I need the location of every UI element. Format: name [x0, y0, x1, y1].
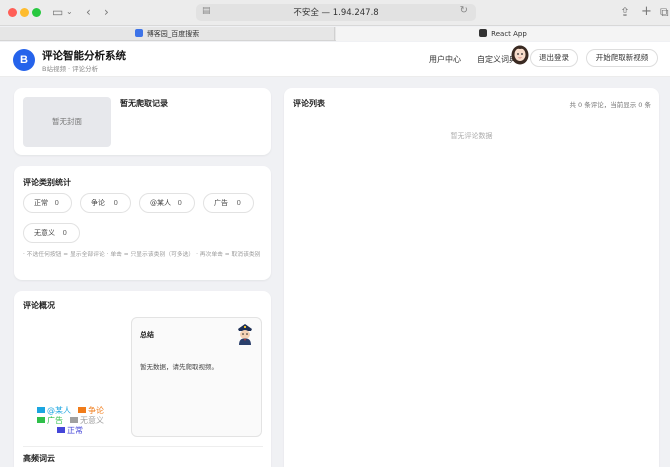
- word-cloud-title: 高频词云: [23, 454, 55, 463]
- legend-item-meaningless[interactable]: 无意义: [70, 416, 104, 426]
- baidu-favicon-icon: [134, 29, 143, 37]
- reload-icon[interactable]: ↻: [460, 5, 468, 16]
- summary-text: 暂无数据，请先爬取视频。: [140, 363, 218, 371]
- summary-title: 总结: [140, 331, 154, 339]
- legend-swatch: [78, 407, 86, 413]
- section-divider: [23, 446, 263, 447]
- maximize-window-button[interactable]: [32, 8, 41, 17]
- video-cover-placeholder: 暂无封面: [23, 97, 111, 147]
- overview-title: 评论概况: [23, 301, 55, 310]
- nav-user-center[interactable]: 用户中心: [429, 54, 461, 65]
- address-text: 不安全 — 1.94.247.8: [293, 8, 379, 18]
- legend-swatch: [37, 417, 45, 423]
- comment-list-card: [284, 88, 659, 467]
- close-window-button[interactable]: [8, 8, 17, 17]
- user-avatar[interactable]: [511, 43, 529, 65]
- filter-chip-mention[interactable]: @某人 0: [139, 193, 195, 213]
- tab-label: 博客园_百度搜索: [146, 30, 200, 38]
- comment-count-text: 共 0 条评论，当前显示 0 条: [569, 101, 651, 109]
- app-subtitle: B站视频 · 评论分析: [42, 65, 99, 73]
- legend-item-normal[interactable]: 正常: [57, 426, 83, 436]
- legend-item-ad[interactable]: 广告: [37, 416, 63, 426]
- back-icon[interactable]: ‹: [86, 4, 91, 20]
- chip-label: 争论: [91, 199, 105, 207]
- video-title: 暂无爬取记录: [120, 99, 168, 108]
- comment-empty-text: 暂无评论数据: [450, 132, 493, 140]
- forward-icon[interactable]: ›: [104, 4, 109, 20]
- chip-count: 0: [177, 199, 182, 207]
- legend-label: 广告: [47, 416, 63, 425]
- legend-item-argument[interactable]: 争论: [78, 406, 104, 416]
- browser-toolbar: ▭ ⌄ ‹ › ▤ 不安全 — 1.94.247.8 ↻ ⇪ + ⧉: [0, 0, 670, 26]
- legend-label: 争论: [88, 406, 104, 415]
- logout-button[interactable]: 退出登录: [530, 49, 578, 67]
- filter-chip-normal[interactable]: 正常 0: [23, 193, 72, 213]
- share-icon[interactable]: ⇪: [620, 4, 630, 20]
- tab-bar: 博客园_百度搜索 React App: [0, 27, 670, 41]
- legend-label: @某人: [47, 406, 71, 415]
- legend-label: 正常: [67, 426, 83, 435]
- tab-react-app[interactable]: React App: [336, 27, 670, 41]
- summary-panel: 总结 暂无数据，请先爬取视频。: [131, 317, 262, 437]
- filter-hint-text: · 不选任何按钮 = 显示全部评论 · 单击 = 只显示该类别（可多选） · 再…: [23, 252, 261, 258]
- legend-item-mention[interactable]: @某人: [37, 406, 71, 416]
- legend-swatch: [70, 417, 78, 423]
- filter-chip-meaningless[interactable]: 无意义 0: [23, 223, 80, 243]
- chip-label: 广告: [214, 199, 228, 207]
- filter-chip-argument[interactable]: 争论 0: [80, 193, 131, 213]
- minimize-window-button[interactable]: [20, 8, 29, 17]
- category-stats-title: 评论类别统计: [23, 178, 71, 187]
- chip-count: 0: [54, 199, 59, 207]
- chip-count: 0: [113, 199, 118, 207]
- legend-label: 无意义: [80, 416, 104, 425]
- sidebar-toggle-icon[interactable]: ▭: [52, 4, 63, 20]
- chip-count: 0: [236, 199, 241, 207]
- legend-swatch: [37, 407, 45, 413]
- chip-count: 0: [62, 229, 67, 237]
- chip-label: 无意义: [34, 229, 55, 237]
- legend-swatch: [57, 427, 65, 433]
- chip-label: 正常: [34, 199, 48, 207]
- app-title: 评论智能分析系统: [42, 50, 126, 62]
- chevron-down-icon[interactable]: ⌄: [66, 4, 73, 20]
- app-logo: B: [13, 49, 35, 71]
- new-tab-icon[interactable]: +: [641, 4, 652, 20]
- tab-label: React App: [491, 30, 527, 38]
- comment-list-title: 评论列表: [293, 99, 325, 108]
- start-crawl-button[interactable]: 开始爬取新视频: [586, 49, 658, 67]
- react-favicon-icon: [479, 29, 488, 37]
- tab-baidu[interactable]: 博客园_百度搜索: [0, 27, 335, 41]
- address-bar[interactable]: ▤ 不安全 — 1.94.247.8 ↻: [196, 4, 476, 21]
- chip-label: @某人: [150, 199, 171, 207]
- filter-chip-ad[interactable]: 广告 0: [203, 193, 254, 213]
- police-avatar-icon: [238, 324, 252, 345]
- tab-overview-icon[interactable]: ⧉: [660, 4, 669, 20]
